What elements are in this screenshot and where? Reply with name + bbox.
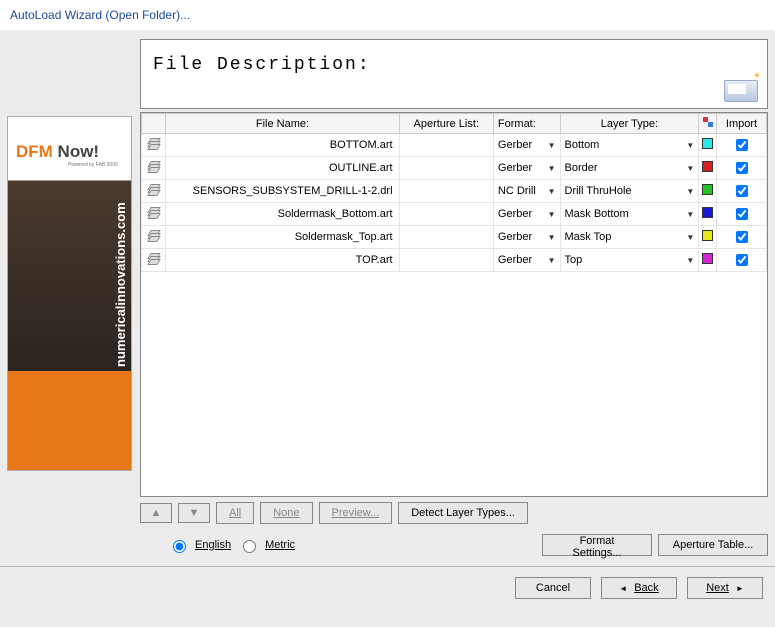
chevron-down-icon[interactable]: ▼	[548, 141, 556, 150]
header-aperture[interactable]: Aperture List:	[399, 114, 493, 134]
detect-layer-types-button[interactable]: Detect Layer Types...	[398, 502, 528, 524]
window-title: AutoLoad Wizard (Open Folder)...	[0, 0, 775, 31]
cell-aperture[interactable]	[399, 134, 493, 157]
cell-import[interactable]	[717, 157, 767, 180]
chevron-down-icon[interactable]: ▼	[548, 256, 556, 265]
import-checkbox[interactable]	[736, 185, 748, 197]
import-checkbox[interactable]	[736, 162, 748, 174]
table-row[interactable]: Soldermask_Bottom.art Gerber▼Mask Bottom▼	[142, 203, 767, 226]
select-none-button[interactable]: None	[260, 502, 312, 524]
cell-format[interactable]: Gerber▼	[493, 157, 560, 180]
select-all-button[interactable]: All	[216, 502, 254, 524]
header-file[interactable]: File Name:	[166, 114, 399, 134]
cell-layertype[interactable]: Top▼	[560, 249, 699, 272]
cell-filename[interactable]: TOP.art	[166, 249, 399, 272]
wizard-icon: ✦	[718, 69, 763, 104]
cell-layertype[interactable]: Bottom▼	[560, 134, 699, 157]
chevron-down-icon[interactable]: ▼	[548, 210, 556, 219]
chevron-down-icon[interactable]: ▼	[686, 187, 694, 196]
layer-stack-icon	[142, 203, 166, 226]
cell-colorswatch[interactable]	[699, 180, 717, 203]
table-row[interactable]: SENSORS_SUBSYSTEM_DRILL-1-2.drl NC Drill▼…	[142, 180, 767, 203]
units-metric-label[interactable]: Metric	[265, 539, 295, 551]
layer-stack-icon	[142, 180, 166, 203]
header-import[interactable]: Import	[717, 114, 767, 134]
chevron-down-icon[interactable]: ▼	[686, 233, 694, 242]
chevron-down-icon[interactable]: ▼	[686, 256, 694, 265]
preview-button[interactable]: Preview...	[319, 502, 393, 524]
layer-stack-icon	[142, 134, 166, 157]
table-row[interactable]: Soldermask_Top.art Gerber▼Mask Top▼	[142, 226, 767, 249]
header-format[interactable]: Format:	[493, 114, 560, 134]
header-icon	[142, 114, 166, 134]
chevron-down-icon[interactable]: ▼	[686, 141, 694, 150]
cell-layertype[interactable]: Mask Top▼	[560, 226, 699, 249]
cell-format[interactable]: Gerber▼	[493, 226, 560, 249]
cell-import[interactable]	[717, 226, 767, 249]
cell-import[interactable]	[717, 249, 767, 272]
cell-aperture[interactable]	[399, 249, 493, 272]
table-row[interactable]: TOP.art Gerber▼Top▼	[142, 249, 767, 272]
cell-import[interactable]	[717, 134, 767, 157]
cell-colorswatch[interactable]	[699, 203, 717, 226]
cell-colorswatch[interactable]	[699, 249, 717, 272]
cell-filename[interactable]: Soldermask_Bottom.art	[166, 203, 399, 226]
units-english-label[interactable]: English	[195, 539, 231, 551]
move-up-button[interactable]: ▲	[140, 503, 172, 523]
cell-aperture[interactable]	[399, 180, 493, 203]
move-down-button[interactable]: ▼	[178, 503, 210, 523]
file-description-box: File Description: ✦	[140, 39, 768, 109]
cell-aperture[interactable]	[399, 203, 493, 226]
import-checkbox[interactable]	[736, 254, 748, 266]
cell-layertype[interactable]: Mask Bottom▼	[560, 203, 699, 226]
header-layer[interactable]: Layer Type:	[560, 114, 699, 134]
cell-filename[interactable]: SENSORS_SUBSYSTEM_DRILL-1-2.drl	[166, 180, 399, 203]
cell-aperture[interactable]	[399, 157, 493, 180]
table-row[interactable]: BOTTOM.art Gerber▼Bottom▼	[142, 134, 767, 157]
import-checkbox[interactable]	[736, 208, 748, 220]
cell-format[interactable]: Gerber▼	[493, 203, 560, 226]
cancel-button[interactable]: Cancel	[515, 577, 591, 599]
grid-header-row: File Name: Aperture List: Format: Layer …	[142, 114, 767, 134]
cell-import[interactable]	[717, 180, 767, 203]
file-description-label: File Description:	[153, 55, 371, 75]
cell-filename[interactable]: BOTTOM.art	[166, 134, 399, 157]
chevron-down-icon[interactable]: ▼	[686, 210, 694, 219]
chevron-down-icon[interactable]: ▼	[686, 164, 694, 173]
cell-colorswatch[interactable]	[699, 134, 717, 157]
cell-filename[interactable]: OUTLINE.art	[166, 157, 399, 180]
chevron-down-icon[interactable]: ▼	[548, 187, 556, 196]
side-banner: DFM Now! Powered by FAB 3000 numericalin…	[7, 116, 132, 471]
layer-stack-icon	[142, 157, 166, 180]
next-button[interactable]: Next	[687, 577, 763, 599]
cell-format[interactable]: NC Drill▼	[493, 180, 560, 203]
cell-layertype[interactable]: Drill ThruHole▼	[560, 180, 699, 203]
units-english-radio[interactable]	[173, 540, 186, 553]
header-colorswatch	[699, 114, 717, 134]
import-checkbox[interactable]	[736, 231, 748, 243]
units-metric-radio[interactable]	[243, 540, 256, 553]
format-settings-button[interactable]: Format Settings...	[542, 534, 652, 556]
chevron-down-icon[interactable]: ▼	[548, 233, 556, 242]
cell-colorswatch[interactable]	[699, 157, 717, 180]
layer-stack-icon	[142, 249, 166, 272]
aperture-table-button[interactable]: Aperture Table...	[658, 534, 768, 556]
back-button[interactable]: Back	[601, 577, 677, 599]
cell-import[interactable]	[717, 203, 767, 226]
chevron-down-icon[interactable]: ▼	[548, 164, 556, 173]
import-checkbox[interactable]	[736, 139, 748, 151]
layer-stack-icon	[142, 226, 166, 249]
cell-colorswatch[interactable]	[699, 226, 717, 249]
wizard-nav-bar: Cancel Back Next	[0, 566, 775, 599]
table-row[interactable]: OUTLINE.art Gerber▼Border▼	[142, 157, 767, 180]
file-grid[interactable]: File Name: Aperture List: Format: Layer …	[140, 112, 768, 497]
cell-format[interactable]: Gerber▼	[493, 249, 560, 272]
cell-format[interactable]: Gerber▼	[493, 134, 560, 157]
cell-filename[interactable]: Soldermask_Top.art	[166, 226, 399, 249]
cell-layertype[interactable]: Border▼	[560, 157, 699, 180]
cell-aperture[interactable]	[399, 226, 493, 249]
